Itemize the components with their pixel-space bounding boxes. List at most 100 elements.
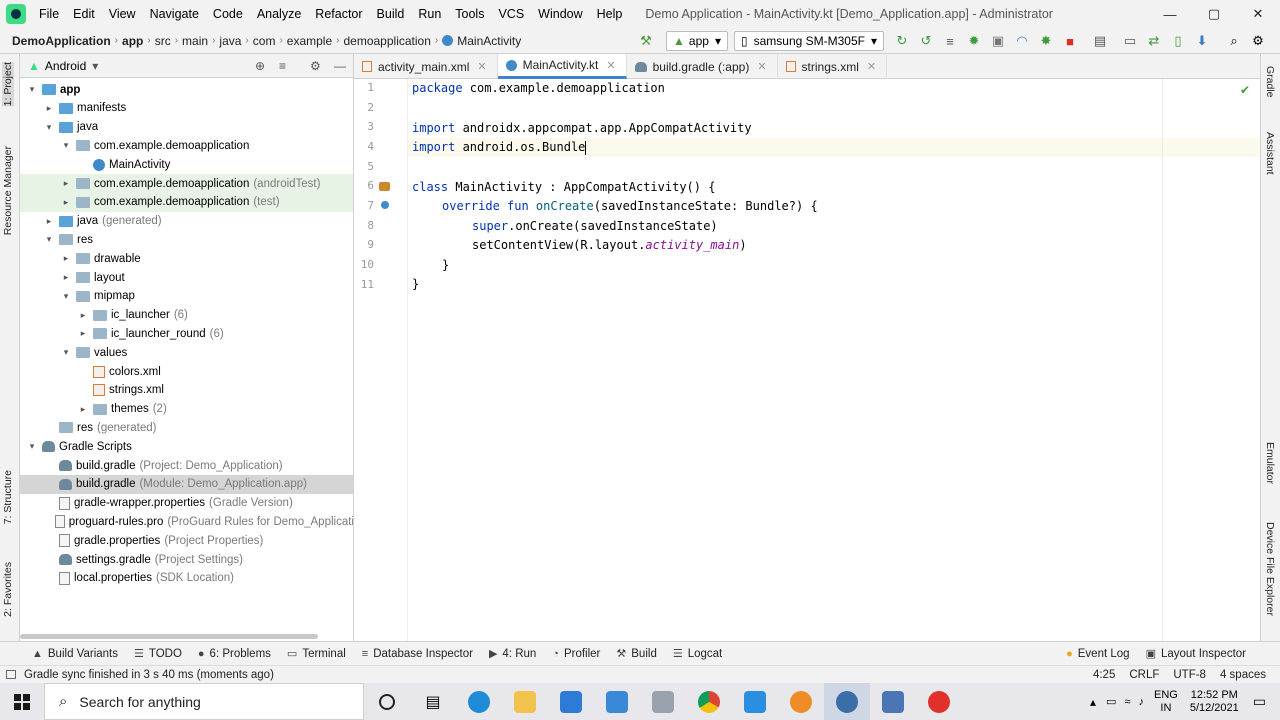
tree-item[interactable]: ▸ com.example.demoapplication (androidTest… (20, 174, 353, 193)
close-icon[interactable]: ✕ (1236, 0, 1280, 28)
chevron-right-icon[interactable]: ▸ (43, 103, 55, 114)
file-encoding[interactable]: UTF-8 (1173, 669, 1206, 681)
tab-device-file-explorer[interactable]: Device File Explorer (1264, 522, 1276, 616)
notification-icon[interactable]: ▭ (1253, 693, 1266, 710)
gradle-sync-icon[interactable]: ⇄ (1144, 31, 1164, 51)
tree-item[interactable]: gradle.properties (Project Properties) (20, 531, 353, 550)
menu-item-file[interactable]: File (32, 0, 66, 28)
tree-item[interactable]: ▾ values (20, 343, 353, 362)
menu-item-analyze[interactable]: Analyze (250, 0, 308, 28)
file-explorer-icon[interactable] (502, 683, 548, 720)
tree-item[interactable]: ▾ com.example.demoapplication (20, 136, 353, 155)
close-tab-icon[interactable]: ✕ (477, 60, 486, 73)
chevron-up-icon[interactable]: ▴ (1090, 695, 1096, 709)
tab-structure[interactable]: 7: Structure (2, 470, 14, 524)
chevron-down-icon[interactable]: ▾ (92, 59, 98, 73)
breadcrumb-item[interactable]: MainActivity (438, 34, 525, 48)
menu-item-navigate[interactable]: Navigate (143, 0, 206, 28)
device-select[interactable]: ▯ samsung SM-M305F ▾ (734, 31, 884, 51)
chevron-right-icon[interactable]: ▸ (60, 178, 72, 189)
tree-item[interactable]: ▸ drawable (20, 249, 353, 268)
tab-assistant[interactable]: Assistant (1264, 132, 1276, 175)
status-message[interactable]: Gradle sync finished in 3 s 40 ms (momen… (24, 669, 274, 681)
tree-item[interactable]: ▸ com.example.demoapplication (test) (20, 192, 353, 212)
app-icon-orange[interactable] (778, 683, 824, 720)
tool-tab[interactable]: ▭ Terminal (279, 647, 354, 661)
tree-item[interactable]: proguard-rules.pro (ProGuard Rules for De… (20, 512, 353, 531)
breadcrumb-item[interactable]: DemoApplication (8, 34, 115, 48)
chevron-down-icon[interactable]: ▾ (43, 234, 55, 245)
run-config-select[interactable]: ▲ app ▾ (666, 31, 728, 51)
project-structure-icon[interactable]: ▤ (1090, 31, 1110, 51)
chevron-down-icon[interactable]: ▾ (43, 122, 55, 133)
breadcrumb-item[interactable]: example (283, 34, 336, 48)
caret-position[interactable]: 4:25 (1093, 669, 1115, 681)
tool-tab[interactable]: ≡ Database Inspector (354, 648, 481, 660)
recorder-icon[interactable] (916, 683, 962, 720)
chevron-down-icon[interactable]: ▾ (26, 84, 38, 95)
editor-tab[interactable]: activity_main.xml ✕ (354, 54, 498, 79)
edge-icon[interactable] (456, 683, 502, 720)
close-tab-icon[interactable]: ✕ (757, 60, 766, 73)
chevron-right-icon[interactable]: ▸ (60, 197, 72, 208)
close-tab-icon[interactable]: ✕ (606, 59, 615, 72)
class-run-icon[interactable] (379, 182, 390, 191)
store-icon[interactable] (548, 683, 594, 720)
chevron-down-icon[interactable]: ▾ (60, 347, 72, 358)
cortana-icon[interactable] (364, 683, 410, 720)
tab-emulator[interactable]: Emulator (1264, 442, 1276, 484)
status-panel-icon[interactable] (6, 670, 16, 679)
menu-item-view[interactable]: View (102, 0, 143, 28)
editor-tab[interactable]: build.gradle (:app) ✕ (627, 54, 778, 79)
tree-item[interactable]: ▸ layout (20, 268, 353, 287)
hammer-icon[interactable]: ⚒ (636, 31, 656, 51)
breadcrumb-item[interactable]: app (118, 34, 147, 48)
scanner-icon[interactable] (640, 683, 686, 720)
tab-resource-manager[interactable]: Resource Manager (2, 146, 14, 235)
breadcrumb-item[interactable]: demoapplication (339, 34, 434, 48)
editor-tab[interactable]: strings.xml ✕ (778, 54, 888, 79)
tree-item[interactable]: gradle-wrapper.properties (Gradle Version… (20, 494, 353, 513)
chevron-right-icon[interactable]: ▸ (60, 253, 72, 264)
stop-icon[interactable]: ■ (1060, 31, 1080, 51)
tool-tab[interactable]: ▲ Build Variants (24, 648, 126, 660)
tree-item[interactable]: MainActivity (20, 155, 353, 174)
tree-item[interactable]: res (generated) (20, 418, 353, 437)
tool-tab[interactable]: ● 6: Problems (190, 648, 279, 660)
chevron-right-icon[interactable]: ▸ (77, 328, 89, 339)
breadcrumb-item[interactable]: com (249, 34, 280, 48)
task-view-icon[interactable]: ▤ (410, 683, 456, 720)
wifi-icon[interactable]: ≈ (1124, 696, 1130, 708)
tree-item[interactable]: ▸ ic_launcher_round (6) (20, 324, 353, 343)
indent-setting[interactable]: 4 spaces (1220, 669, 1266, 681)
attach-debugger-icon[interactable]: ✸ (1036, 31, 1056, 51)
device-manager-icon[interactable]: ▯ (1168, 31, 1188, 51)
menu-item-help[interactable]: Help (590, 0, 630, 28)
tool-tab[interactable]: ☰ Logcat (665, 647, 730, 661)
tree-item[interactable]: ▾ app (20, 80, 353, 99)
menu-item-tools[interactable]: Tools (448, 0, 491, 28)
horizontal-scrollbar[interactable] (20, 634, 318, 639)
run-list-icon[interactable]: ≡ (940, 31, 960, 51)
tree-item[interactable]: settings.gradle (Project Settings) (20, 550, 353, 569)
collapse-icon[interactable]: ≡ (279, 59, 286, 73)
hide-icon[interactable]: — (334, 59, 346, 73)
menu-item-window[interactable]: Window (531, 0, 589, 28)
menu-item-vcs[interactable]: VCS (491, 0, 531, 28)
apply-changes-icon[interactable]: ↺ (916, 31, 936, 51)
volume-icon[interactable]: ♪ (1138, 696, 1144, 708)
search-everywhere-icon[interactable]: ⌕ (1224, 31, 1244, 51)
tree-item[interactable]: ▾ res (20, 230, 353, 249)
profile-icon[interactable]: ◠ (1012, 31, 1032, 51)
coverage-icon[interactable]: ▣ (988, 31, 1008, 51)
chevron-right-icon[interactable]: ▸ (60, 272, 72, 283)
tool-tab[interactable]: ● Event Log (1058, 648, 1137, 660)
code-editor[interactable]: package com.example.demoapplication impo… (408, 79, 1260, 641)
tree-item[interactable]: build.gradle (Project: Demo_Application) (20, 456, 353, 475)
chevron-right-icon[interactable]: ▸ (77, 310, 89, 321)
tree-item[interactable]: ▸ java (generated) (20, 212, 353, 231)
override-marker-icon[interactable] (381, 201, 389, 209)
breadcrumb-item[interactable]: src (151, 34, 175, 48)
menu-item-run[interactable]: Run (411, 0, 448, 28)
chevron-down-icon[interactable]: ▾ (60, 140, 72, 151)
